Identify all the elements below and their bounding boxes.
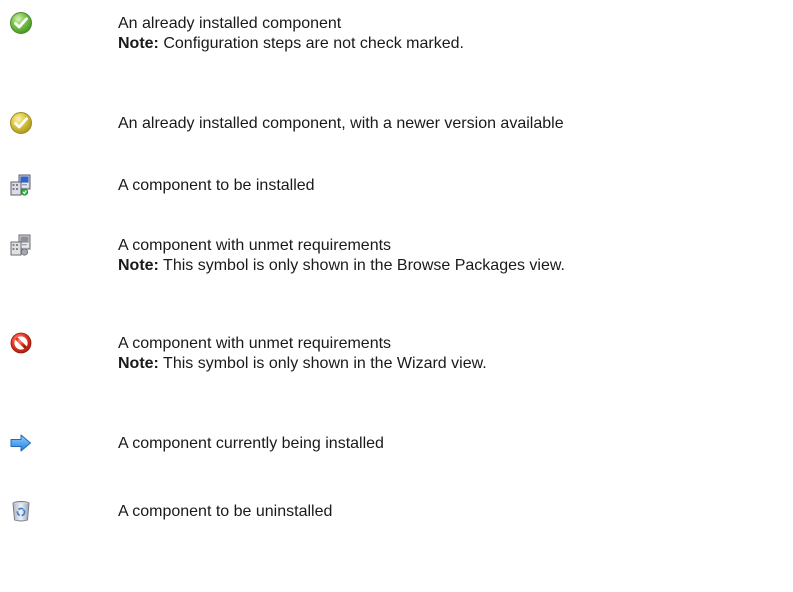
note-label: Note: (118, 355, 159, 372)
legend-row-text: An already installed component Note: Con… (118, 14, 793, 54)
icon-legend: An already installed component Note: Con… (0, 0, 793, 592)
green-checkmark-icon (9, 11, 33, 35)
note-label: Note: (118, 35, 159, 52)
legend-row-text: A component with unmet requirements Note… (118, 236, 793, 276)
legend-description: A component to be installed (118, 177, 315, 194)
install-package-color-icon (9, 173, 33, 197)
legend-description: A component currently being installed (118, 435, 384, 452)
yellow-checkmark-icon (9, 111, 33, 135)
blue-arrow-right-icon (9, 431, 33, 455)
recycle-bin-icon (9, 499, 33, 523)
prohibited-icon (9, 331, 33, 355)
legend-note: Note: This symbol is only shown in the W… (118, 354, 793, 374)
legend-row-text: A component with unmet requirements Note… (118, 334, 793, 374)
note-label: Note: (118, 257, 159, 274)
legend-description: A component to be uninstalled (118, 503, 333, 520)
legend-description: A component with unmet requirements (118, 237, 392, 254)
legend-row-text: An already installed component, with a n… (118, 114, 793, 134)
install-package-gray-icon (9, 233, 33, 257)
legend-description: A component with unmet requirements (118, 335, 392, 352)
legend-description: An already installed component, with a n… (118, 115, 564, 132)
legend-row-text: A component to be uninstalled (118, 502, 793, 522)
note-text: This symbol is only shown in the Browse … (158, 257, 565, 274)
legend-note: Note: Configuration steps are not check … (118, 34, 793, 54)
legend-row-text: A component to be installed (118, 176, 793, 196)
legend-note: Note: This symbol is only shown in the B… (118, 256, 793, 276)
note-text: Configuration steps are not check marked… (158, 35, 464, 52)
note-text: This symbol is only shown in the Wizard … (158, 355, 487, 372)
legend-description: An already installed component (118, 15, 342, 32)
legend-row-text: A component currently being installed (118, 434, 793, 454)
